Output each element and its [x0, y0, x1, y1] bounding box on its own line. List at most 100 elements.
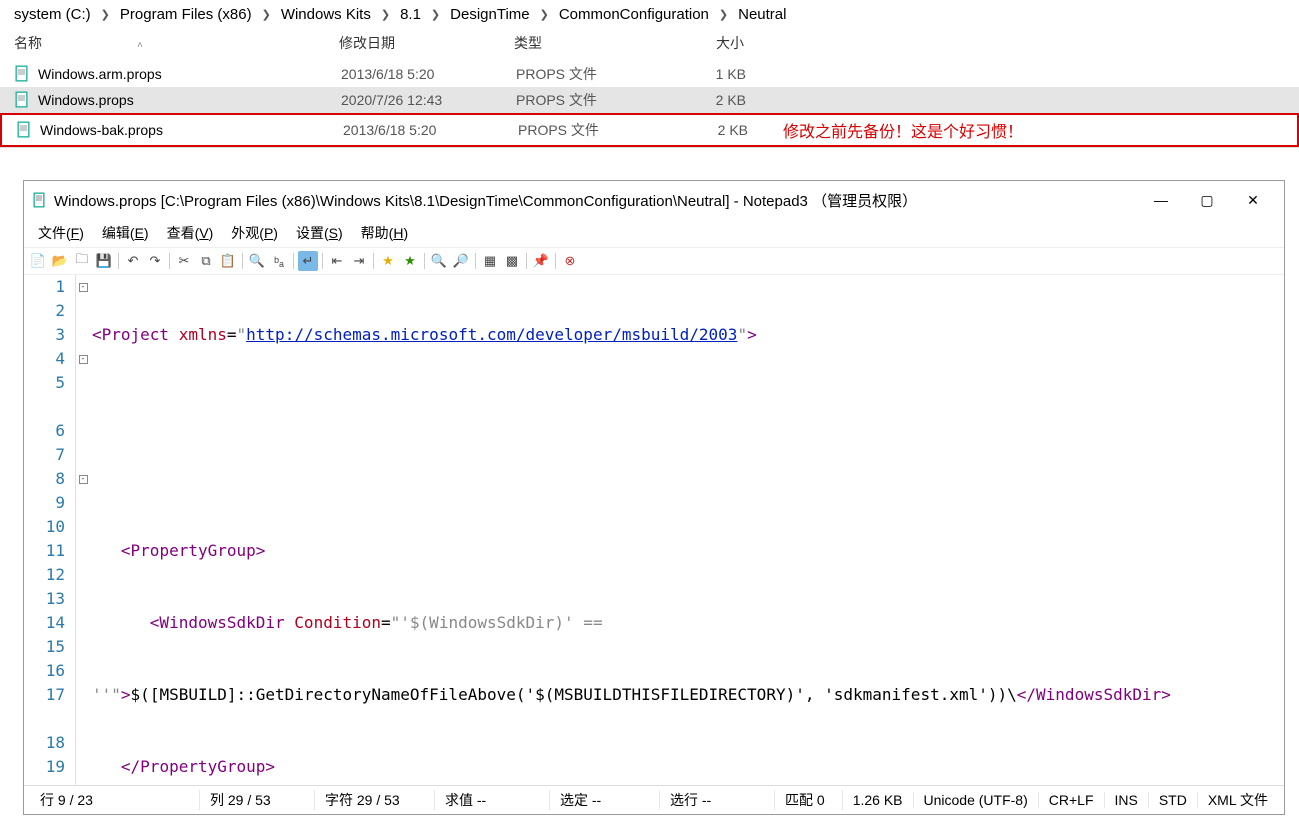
breadcrumb[interactable]: system (C:) ❯ Program Files (x86) ❯ Window… [0, 0, 1299, 29]
close-button[interactable]: ✕ [1230, 186, 1276, 214]
menu-v[interactable]: 查看(V) [159, 221, 222, 245]
separator [169, 253, 170, 269]
breadcrumb-seg[interactable]: DesignTime [450, 6, 529, 23]
menu-e[interactable]: 编辑(E) [94, 221, 157, 245]
file-name: Windows-bak.props [40, 122, 343, 138]
file-name: Windows.props [38, 92, 341, 108]
syntax-icon[interactable]: ▦ [480, 251, 500, 271]
statusbar: 行 9 / 23 列 29 / 53 字符 29 / 53 求值 -- 选定 -… [24, 785, 1284, 814]
chevron-right-icon: ❯ [377, 8, 394, 21]
open-icon[interactable]: 📂 [50, 251, 70, 271]
breadcrumb-seg[interactable]: Windows Kits [281, 6, 371, 23]
separator [475, 253, 476, 269]
indent-icon[interactable]: ⇤ [327, 251, 347, 271]
file-name: Windows.arm.props [38, 66, 341, 82]
status-mode[interactable]: STD [1149, 792, 1198, 808]
status-char: 字符 29 / 53 [315, 790, 435, 810]
file-icon [16, 121, 34, 139]
maximize-button[interactable]: ▢ [1184, 186, 1230, 214]
status-eol[interactable]: CR+LF [1039, 792, 1105, 808]
notepad3-window: Windows.props [C:\Program Files (x86)\Wi… [23, 180, 1285, 815]
separator [555, 253, 556, 269]
menu-p[interactable]: 外观(P) [223, 221, 286, 245]
column-headers[interactable]: 名称˄ 修改日期 类型 大小 [0, 29, 1299, 61]
separator [293, 253, 294, 269]
status-ins[interactable]: INS [1105, 792, 1149, 808]
file-type: PROPS 文件 [516, 90, 671, 110]
status-col: 列 29 / 53 [200, 790, 315, 810]
toolbar: 📄 📂 🗀 💾 ↶ ↷ ✂ ⧉ 📋 🔍 ᵇₐ ↵ ⇤ ⇥ ★ ★ 🔍 🔎 ▦ ▩… [24, 247, 1284, 275]
fold-toggle-icon[interactable]: - [79, 475, 88, 484]
file-type: PROPS 文件 [516, 64, 671, 84]
status-match: 匹配 0 [775, 790, 843, 810]
breadcrumb-seg[interactable]: CommonConfiguration [559, 6, 709, 23]
file-date: 2013/6/18 5:20 [343, 122, 518, 138]
redo-icon[interactable]: ↷ [145, 251, 165, 271]
save-icon[interactable]: 💾 [94, 251, 114, 271]
status-lang[interactable]: XML 文件 [1198, 790, 1278, 810]
replace-icon[interactable]: ᵇₐ [269, 251, 289, 271]
chevron-right-icon: ❯ [97, 8, 114, 21]
file-date: 2020/7/26 12:43 [341, 92, 516, 108]
status-enc[interactable]: Unicode (UTF-8) [914, 792, 1039, 808]
breadcrumb-seg[interactable]: Neutral [738, 6, 786, 23]
file-row[interactable]: Windows-bak.props2013/6/18 5:20PROPS 文件2… [0, 113, 1299, 147]
copy-icon[interactable]: ⧉ [196, 251, 216, 271]
menu-f[interactable]: 文件(F) [30, 221, 92, 245]
separator [322, 253, 323, 269]
col-name[interactable]: 名称˄ [14, 33, 339, 53]
file-date: 2013/6/18 5:20 [341, 66, 516, 82]
file-type: PROPS 文件 [518, 120, 673, 140]
status-eval: 求值 -- [435, 790, 550, 810]
menu-h[interactable]: 帮助(H) [353, 221, 416, 245]
zoomin-icon[interactable]: 🔍 [429, 251, 449, 271]
fold-toggle-icon[interactable]: - [79, 283, 88, 292]
menu-s[interactable]: 设置(S) [288, 221, 351, 245]
breadcrumb-seg[interactable]: Program Files (x86) [120, 6, 252, 23]
file-row[interactable]: Windows.arm.props2013/6/18 5:20PROPS 文件1… [0, 61, 1299, 87]
wordwrap-icon[interactable]: ↵ [298, 251, 318, 271]
fold-column[interactable]: - - - [76, 275, 90, 785]
chevron-right-icon: ❯ [536, 8, 553, 21]
line-gutter: 12345678910111213141516171819 [24, 275, 76, 785]
titlebar[interactable]: Windows.props [C:\Program Files (x86)\Wi… [24, 181, 1284, 219]
chevron-right-icon: ❯ [715, 8, 732, 21]
cut-icon[interactable]: ✂ [174, 251, 194, 271]
minimize-button[interactable]: — [1138, 186, 1184, 214]
status-sel: 选定 -- [550, 790, 660, 810]
syntax2-icon[interactable]: ▩ [502, 251, 522, 271]
file-size: 2 KB [671, 92, 756, 108]
new-icon[interactable]: 📄 [28, 251, 48, 271]
bookmark-add-icon[interactable]: ★ [400, 251, 420, 271]
file-size: 2 KB [673, 122, 758, 138]
chevron-right-icon: ❯ [258, 8, 275, 21]
zoomout-icon[interactable]: 🔎 [451, 251, 471, 271]
find-icon[interactable]: 🔍 [247, 251, 267, 271]
breadcrumb-seg[interactable]: system (C:) [14, 6, 91, 23]
menubar: 文件(F)编辑(E)查看(V)外观(P)设置(S)帮助(H) [24, 219, 1284, 247]
col-size[interactable]: 大小 [669, 33, 754, 53]
outdent-icon[interactable]: ⇥ [349, 251, 369, 271]
annotation-text: 修改之前先备份！这是个好习惯！ [783, 118, 1023, 142]
app-icon [32, 192, 48, 208]
file-row[interactable]: Windows.props2020/7/26 12:43PROPS 文件2 KB [0, 87, 1299, 113]
exit-icon[interactable]: ⊗ [560, 251, 580, 271]
code-editor[interactable]: 12345678910111213141516171819 - - - <Proje… [24, 275, 1284, 785]
bookmark-icon[interactable]: ★ [378, 251, 398, 271]
file-icon [14, 91, 32, 109]
pin-icon[interactable]: 📌 [531, 251, 551, 271]
status-line: 行 9 / 23 [30, 790, 200, 810]
separator [242, 253, 243, 269]
separator [526, 253, 527, 269]
sort-asc-icon: ˄ [137, 40, 143, 51]
paste-icon[interactable]: 📋 [218, 251, 238, 271]
col-type[interactable]: 类型 [514, 33, 669, 53]
undo-icon[interactable]: ↶ [123, 251, 143, 271]
recent-icon[interactable]: 🗀 [72, 251, 92, 271]
fold-toggle-icon[interactable]: - [79, 355, 88, 364]
file-icon [14, 65, 32, 83]
col-date[interactable]: 修改日期 [339, 33, 514, 53]
breadcrumb-seg[interactable]: 8.1 [400, 6, 421, 23]
code-content[interactable]: <Project xmlns="http://schemas.microsoft… [90, 275, 1284, 785]
file-size: 1 KB [671, 66, 756, 82]
